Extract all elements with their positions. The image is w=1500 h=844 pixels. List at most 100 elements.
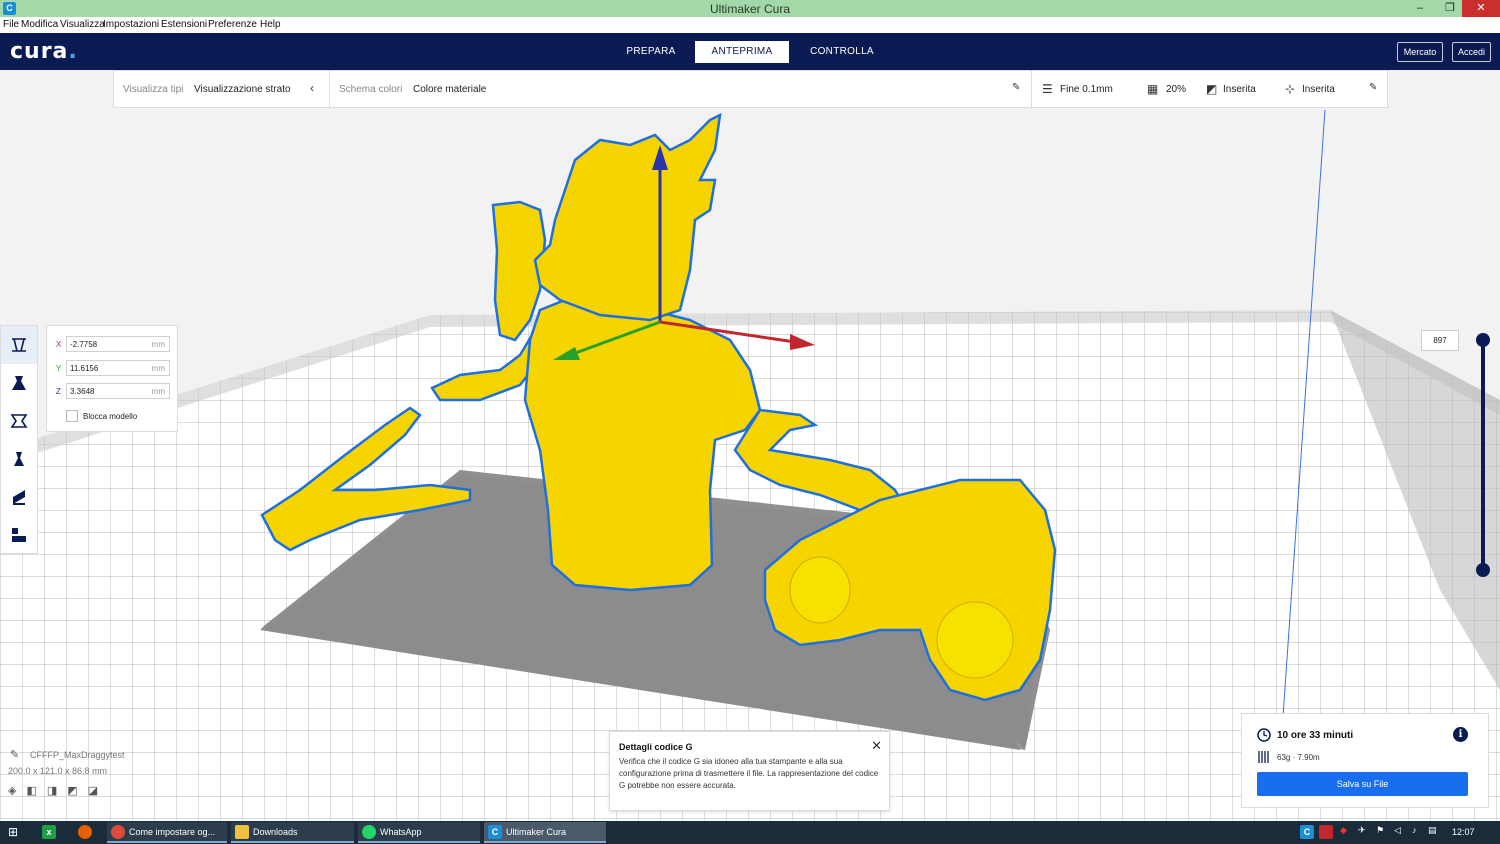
z-position-input[interactable]: 3.3648 mm <box>66 383 170 399</box>
quality-value[interactable]: Fine 0.1mm <box>1060 84 1113 95</box>
taskbar-chrome-window[interactable]: Come impostare og... <box>107 822 227 843</box>
stage-header: cura. PREPARA ANTEPRIMA CONTROLLA Mercat… <box>0 33 1500 70</box>
chrome-icon <box>111 825 125 839</box>
front-view-icon[interactable]: ◧ <box>26 784 36 797</box>
y-axis-label: Y <box>56 364 62 373</box>
taskbar-downloads-window[interactable]: Downloads <box>231 822 354 843</box>
per-model-settings-button[interactable] <box>1 478 37 516</box>
move-icon <box>12 338 26 352</box>
material-usage: 63g · 7.90m <box>1277 753 1320 762</box>
save-to-file-button[interactable]: Salva su File <box>1257 772 1468 796</box>
keyboard-tray-icon[interactable]: ▤ <box>1428 825 1437 836</box>
network-tray-icon[interactable]: ✈ <box>1358 825 1366 836</box>
gcode-popup-title: Dettagli codice G <box>619 742 693 752</box>
folder-icon <box>235 825 249 839</box>
layer-slider-track[interactable] <box>1481 340 1485 570</box>
left-view-icon[interactable]: ◩ <box>67 784 77 797</box>
layer-slider-top-handle[interactable] <box>1476 333 1490 347</box>
antivirus-tray-icon[interactable] <box>1319 825 1333 839</box>
taskbar-cura-window[interactable]: C Ultimaker Cura <box>484 822 606 843</box>
taskbar-item-label: WhatsApp <box>380 827 422 837</box>
flag-tray-icon[interactable]: ⚑ <box>1376 825 1384 836</box>
marketplace-button[interactable]: Mercato <box>1397 42 1443 62</box>
app-window: C Ultimaker Cura – ❐ ✕ File Modifica Vis… <box>0 0 1500 844</box>
tab-controlla[interactable]: CONTROLLA <box>798 41 886 63</box>
close-icon[interactable]: ✕ <box>871 738 882 754</box>
windows-taskbar: ⊞ x Come impostare og... Downloads Whats… <box>0 821 1500 844</box>
menu-estensioni[interactable]: Estensioni <box>161 19 207 30</box>
menu-file[interactable]: File <box>3 19 19 30</box>
menu-impostazioni[interactable]: Impostazioni <box>103 19 159 30</box>
scale-tool-button[interactable] <box>1 364 37 402</box>
menu-modifica[interactable]: Modifica <box>21 19 58 30</box>
z-unit: mm <box>151 387 165 396</box>
view-settings-bar: Visualizza tipi Visualizzazione strato ‹… <box>113 70 1388 108</box>
mirror-tool-button[interactable] <box>1 440 37 478</box>
cura-icon: C <box>488 825 502 839</box>
x-axis-label: X <box>56 340 62 349</box>
support-value[interactable]: Inserita <box>1223 84 1256 95</box>
excel-icon[interactable]: x <box>42 825 56 839</box>
cura-tray-icon[interactable]: C <box>1300 825 1314 839</box>
support-blocker-button[interactable] <box>1 516 37 554</box>
signin-button[interactable]: Accedi <box>1452 42 1491 62</box>
rotate-icon <box>10 414 28 428</box>
acrobat-tray-icon[interactable]: ◆ <box>1340 825 1347 836</box>
menu-help[interactable]: Help <box>260 19 281 30</box>
model-head[interactable] <box>533 112 722 322</box>
volume-tray-icon[interactable]: ◁ <box>1394 825 1401 836</box>
3d-view-icon[interactable]: ◈ <box>8 784 16 797</box>
lock-model-checkbox[interactable] <box>66 410 78 422</box>
edit-settings-icon[interactable]: ✎ <box>1369 82 1377 93</box>
z-value: 3.3648 <box>70 387 95 396</box>
speaker-tray-icon[interactable]: ♪ <box>1412 825 1417 835</box>
firefox-icon[interactable] <box>78 825 92 839</box>
y-position-input[interactable]: 11.6156 mm <box>66 360 170 376</box>
windows-start-icon[interactable]: ⊞ <box>8 825 18 839</box>
adhesion-icon: ⊹ <box>1285 82 1296 96</box>
infill-icon: ▦ <box>1147 82 1159 96</box>
pencil-icon[interactable]: ✎ <box>1012 82 1020 93</box>
x-row: X -2.7758 mm <box>55 336 171 352</box>
pencil-icon[interactable]: ✎ <box>10 748 19 761</box>
layer-number-input[interactable]: 897 <box>1421 330 1459 351</box>
cura-logo: cura. <box>10 39 78 64</box>
divider <box>1031 71 1032 107</box>
gcode-details-popup: Dettagli codice G ✕ Verifica che il codi… <box>609 731 890 811</box>
logo-dot: . <box>68 39 78 64</box>
layer-slider-bottom-handle[interactable] <box>1476 563 1490 577</box>
top-view-icon[interactable]: ◨ <box>47 784 57 797</box>
view-buttons: ◈ ◧ ◨ ◩ ◪ <box>8 784 148 797</box>
adhesion-value[interactable]: Inserita <box>1302 84 1335 95</box>
view-type-dropdown[interactable]: Visualizzazione strato <box>194 84 291 95</box>
x-position-input[interactable]: -2.7758 mm <box>66 336 170 352</box>
rotate-tool-button[interactable] <box>1 402 37 440</box>
taskbar-item-label: Downloads <box>253 827 298 837</box>
tab-prepara[interactable]: PREPARA <box>611 41 691 63</box>
tab-anteprima[interactable]: ANTEPRIMA <box>695 41 789 63</box>
info-icon[interactable]: i <box>1453 727 1468 742</box>
quality-icon: ☰ <box>1042 82 1053 96</box>
move-tool-button[interactable] <box>1 326 37 364</box>
scale-icon <box>12 376 26 390</box>
view-type-label: Visualizza tipi <box>123 84 184 95</box>
taskbar-item-label: Come impostare og... <box>129 827 216 837</box>
object-dimensions: 200.0 x 121.0 x 86.8 mm <box>8 766 108 776</box>
clock[interactable]: 12:07 <box>1452 827 1475 837</box>
support-blocker-icon <box>12 528 26 542</box>
print-info-panel: 10 ore 33 minuti i 63g · 7.90m Salva su … <box>1241 713 1489 808</box>
close-button[interactable]: ✕ <box>1462 0 1500 17</box>
restore-button[interactable]: ❐ <box>1436 0 1464 17</box>
3d-viewport[interactable] <box>0 70 1500 821</box>
menu-visualizza[interactable]: Visualizza <box>60 19 105 30</box>
infill-value[interactable]: 20% <box>1166 84 1186 95</box>
taskbar-whatsapp-window[interactable]: WhatsApp <box>358 822 480 843</box>
y-value: 11.6156 <box>70 364 99 373</box>
minimize-button[interactable]: – <box>1406 0 1434 17</box>
color-scheme-label: Schema colori <box>339 84 403 95</box>
right-view-icon[interactable]: ◪ <box>88 784 98 797</box>
color-scheme-dropdown[interactable]: Colore materiale <box>413 84 486 95</box>
per-model-settings-icon <box>13 490 25 505</box>
chevron-left-icon[interactable]: ‹ <box>310 81 314 95</box>
menu-preferenze[interactable]: Preferenze <box>208 19 257 30</box>
